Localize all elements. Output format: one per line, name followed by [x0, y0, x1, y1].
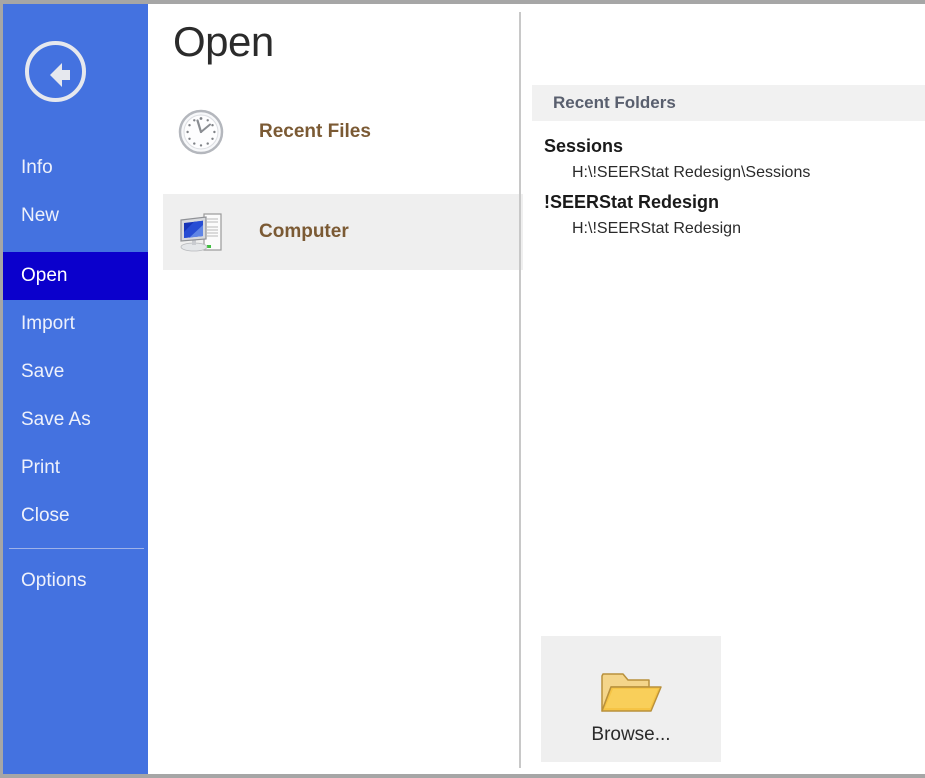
sidebar-item-close[interactable]: Close: [3, 492, 148, 540]
backstage-window: Info New Open Import Save Save As Print: [0, 0, 925, 778]
browse-button[interactable]: Browse...: [541, 636, 721, 762]
recent-folders-title: Recent Folders: [553, 93, 676, 113]
recent-folder-path: H:\!SEERStat Redesign: [532, 216, 917, 242]
sidebar-item-label: Save: [21, 361, 64, 382]
sidebar-item-print[interactable]: Print: [3, 444, 148, 492]
place-item-label: Computer: [259, 221, 349, 243]
back-arrow-glyph: [39, 56, 79, 94]
recent-folders-list: Sessions H:\!SEERStat Redesign\Sessions …: [532, 132, 917, 244]
recent-folder-path: H:\!SEERStat Redesign\Sessions: [532, 160, 917, 186]
sidebar: Info New Open Import Save Save As Print: [3, 4, 148, 774]
recent-folders-header: Recent Folders: [532, 85, 925, 121]
sidebar-nav: Info New Open Import Save Save As Print: [3, 144, 148, 605]
column-divider: [519, 12, 521, 768]
nav-spacer: [3, 240, 148, 252]
open-folder-icon: [599, 666, 663, 718]
sidebar-item-import[interactable]: Import: [3, 300, 148, 348]
recent-folder-name: !SEERStat Redesign: [532, 188, 917, 216]
page-title: Open: [173, 18, 274, 66]
back-arrow-icon[interactable]: [25, 41, 86, 102]
sidebar-item-options[interactable]: Options: [3, 557, 148, 605]
place-item-label: Recent Files: [259, 121, 371, 143]
sidebar-item-label: Info: [21, 157, 53, 178]
sidebar-item-label: New: [21, 205, 59, 226]
place-item-computer[interactable]: Computer: [163, 194, 525, 270]
sidebar-item-label: Close: [21, 505, 70, 526]
sidebar-item-label: Import: [21, 313, 75, 334]
computer-glyph: [177, 208, 225, 256]
sidebar-divider: [9, 548, 144, 549]
clock-icon: [177, 108, 225, 156]
sidebar-item-save-as[interactable]: Save As: [3, 396, 148, 444]
sidebar-item-label: Open: [21, 265, 67, 286]
recent-folders-column: Recent Folders Sessions H:\!SEERStat Red…: [523, 4, 925, 774]
place-item-recent-files[interactable]: Recent Files: [163, 94, 525, 170]
sidebar-item-info[interactable]: Info: [3, 144, 148, 192]
sidebar-item-label: Print: [21, 457, 60, 478]
sidebar-item-save[interactable]: Save: [3, 348, 148, 396]
places-column: Open: [151, 4, 523, 774]
recent-folder-name: Sessions: [532, 132, 917, 160]
sidebar-item-open[interactable]: Open: [3, 252, 148, 300]
sidebar-item-label: Options: [21, 570, 86, 591]
clock-glyph: [177, 108, 225, 156]
open-folder-glyph: [599, 666, 663, 718]
recent-folder-item[interactable]: !SEERStat Redesign H:\!SEERStat Redesign: [532, 188, 917, 242]
sidebar-item-label: Save As: [21, 409, 91, 430]
computer-icon: [177, 208, 225, 256]
recent-folder-item[interactable]: Sessions H:\!SEERStat Redesign\Sessions: [532, 132, 917, 186]
sidebar-item-new[interactable]: New: [3, 192, 148, 240]
browse-button-label: Browse...: [541, 724, 721, 746]
